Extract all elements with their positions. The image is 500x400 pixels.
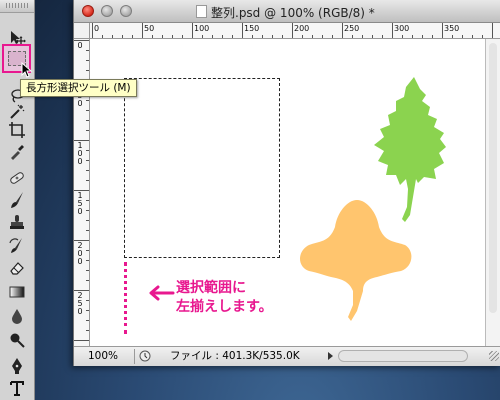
healing-brush-tool-icon[interactable] [6, 168, 28, 188]
zoom-level-field[interactable]: 100% [78, 349, 134, 363]
ruler-label: 250 [344, 24, 360, 33]
type-tool-icon[interactable] [6, 378, 28, 398]
annotation-line-1: 選択範囲に [176, 280, 246, 296]
ruler-label: 200 [294, 24, 310, 33]
mouse-cursor-icon [21, 62, 33, 78]
ruler-label: 0 [94, 24, 100, 33]
status-info-icon[interactable] [139, 350, 151, 362]
scroll-track[interactable] [489, 43, 497, 313]
document-window: 整列.psd @ 100% (RGB/8) * 0 50 100 150 200… [73, 0, 500, 366]
resize-grip-icon[interactable] [489, 351, 499, 361]
blur-tool-icon[interactable] [6, 306, 28, 326]
annotation-line-2: 左揃えします。 [176, 299, 273, 315]
status-menu-arrow-icon[interactable] [328, 352, 333, 360]
arrow-left-icon [149, 285, 175, 301]
minimize-button[interactable] [101, 5, 113, 17]
ruler-label: 2 0 0 [77, 241, 83, 266]
vertical-scrollbar[interactable] [485, 39, 500, 346]
dodge-tool-icon[interactable] [6, 330, 28, 350]
ruler-label: 350 [444, 24, 460, 33]
ruler-label: 50 [144, 24, 155, 33]
pen-tool-icon[interactable] [6, 356, 28, 376]
ruler-label: 150 [244, 24, 260, 33]
status-bar: 100% ファイル : 401.3K/535.0K [74, 346, 500, 366]
document-icon [196, 5, 207, 18]
eraser-tool-icon[interactable] [6, 258, 28, 278]
crop-tool-icon[interactable] [6, 120, 28, 140]
ruler-label: 100 [194, 24, 210, 33]
title-bar[interactable]: 整列.psd @ 100% (RGB/8) * [74, 0, 500, 23]
horizontal-ruler[interactable]: 0 50 100 150 200 250 300 350 [90, 23, 500, 39]
magic-wand-tool-icon[interactable] [6, 102, 28, 122]
ruler-label: 1 0 0 [77, 141, 83, 166]
tools-panel [0, 0, 35, 400]
history-brush-tool-icon[interactable] [6, 236, 28, 256]
ruler-label: 2 5 0 [77, 291, 83, 316]
orange-leaf-shape[interactable] [297, 199, 415, 323]
tool-tooltip: 長方形選択ツール (M) [20, 79, 137, 97]
file-size-info: ファイル : 401.3K/535.0K [170, 350, 300, 362]
horizontal-scrollbar[interactable] [338, 350, 468, 362]
clone-stamp-tool-icon[interactable] [6, 212, 28, 232]
zoom-button[interactable] [120, 5, 132, 17]
ruler-label: 300 [394, 24, 410, 33]
eyedropper-tool-icon[interactable] [6, 142, 28, 162]
close-button[interactable] [82, 5, 94, 17]
document-canvas[interactable]: 選択範囲に 左揃えします。 [90, 39, 500, 346]
gradient-tool-icon[interactable] [6, 282, 28, 302]
alignment-guide [124, 262, 127, 334]
tools-panel-header[interactable] [0, 0, 34, 13]
window-title: 整列.psd @ 100% (RGB/8) * [211, 6, 375, 20]
ruler-label: 0 [77, 41, 83, 50]
ruler-label: 1 5 0 [77, 191, 83, 216]
selection-marquee [124, 78, 280, 258]
annotation-text: 選択範囲に 左揃えします。 [176, 279, 273, 317]
ruler-origin[interactable] [74, 23, 90, 39]
brush-tool-icon[interactable] [6, 190, 28, 210]
